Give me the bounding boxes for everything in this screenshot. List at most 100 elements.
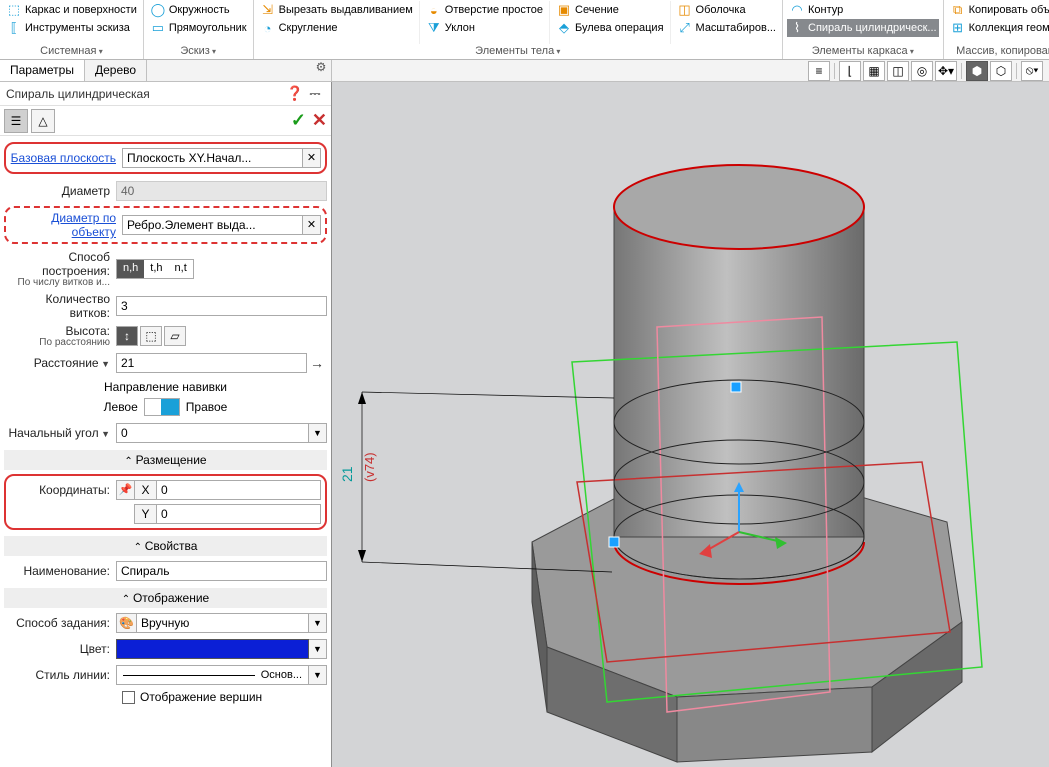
diameter-input [116, 181, 327, 201]
view-toolbar: ≡ ⌊ ▦ ◫ ◎ ✥▾ ⬢ ⬡ ⦸▾ [332, 60, 1049, 81]
ribbon-item-shell[interactable]: ◫ Оболочка [675, 1, 778, 19]
ribbon-label: Каркас и поверхности [25, 4, 137, 16]
copy-icon: ⧉ [950, 2, 966, 18]
view-shade-icon[interactable]: ⬢ [966, 61, 988, 81]
distance-input[interactable] [116, 353, 307, 373]
ribbon-item-section[interactable]: ▣ Сечение [554, 1, 666, 19]
cut-extrude-icon: ⇲ [260, 2, 276, 18]
height-mode-obj-icon[interactable]: ⬚ [140, 326, 162, 346]
height-mode-flat-icon[interactable]: ▱ [164, 326, 186, 346]
start-angle-dd-icon[interactable]: ▼ [309, 423, 327, 443]
color-swatch[interactable] [116, 639, 309, 659]
ribbon-item-simple-hole[interactable]: ◒ Отверстие простое [424, 1, 545, 19]
start-angle-input[interactable] [116, 423, 309, 443]
ribbon-item-contour[interactable]: ◠ Контур [787, 1, 939, 19]
height-label: Высота: По расстоянию [4, 324, 116, 348]
ribbon-item-circle[interactable]: ◯ Окружность [148, 1, 249, 19]
x-input[interactable] [156, 480, 321, 500]
dimension-hint-text: (v74) [362, 452, 377, 482]
ribbon-item-cut-extrude[interactable]: ⇲ Вырезать выдавливанием [258, 1, 415, 19]
circle-icon: ◯ [150, 2, 166, 18]
spiral-type-cyl-icon[interactable]: ☰ [4, 109, 28, 133]
clear-diam-obj-icon[interactable]: ✕ [303, 215, 321, 235]
ribbon-label: Масштабиров... [696, 22, 776, 34]
view-snap-icon[interactable]: ✥▾ [935, 61, 957, 81]
ribbon-item-sketch-tools[interactable]: ⟦ Инструменты эскиза [4, 19, 139, 37]
sketch-tools-icon: ⟦ [6, 20, 22, 36]
ribbon-item-boolean[interactable]: ⬘ Булева операция [554, 19, 666, 37]
tab-tree[interactable]: Дерево [85, 60, 147, 81]
base-plane-label[interactable]: Базовая плоскость [10, 151, 122, 165]
y-input[interactable] [156, 504, 321, 524]
view-ucs-icon[interactable]: ⌊ [839, 61, 861, 81]
ribbon-item-helical-spiral[interactable]: ⌇ Спираль цилиндрическ... [787, 19, 939, 37]
viewport-3d[interactable]: 21 (v74) [332, 82, 1049, 767]
turns-input[interactable] [116, 296, 327, 316]
distance-label[interactable]: Расстояние [4, 356, 116, 370]
diam-by-object-input[interactable] [122, 215, 303, 235]
diam-by-object-label[interactable]: Диаметр по объекту [10, 211, 122, 239]
main: Спираль цилиндрическая ❓ ⎓ ☰ △ ✓ ✕ Базов… [0, 82, 1049, 767]
disp-method-dd-icon[interactable]: ▼ [309, 613, 327, 633]
start-angle-label[interactable]: Начальный угол [4, 426, 116, 440]
ribbon-item-geometry-collection[interactable]: ⊞ Коллекция геометрии [948, 19, 1049, 37]
ribbon-group-array: ⧉ Копировать объекты ⊞ Коллекция геометр… [944, 0, 1049, 59]
line-style-field[interactable]: Основ... [116, 665, 309, 685]
view-wire-icon[interactable]: ⬡ [990, 61, 1012, 81]
ribbon-label: Копировать объекты [969, 4, 1049, 16]
disp-method-input[interactable] [136, 613, 309, 633]
winding-toggle[interactable]: Левое Правое [104, 398, 228, 416]
gear-icon[interactable]: ⚙ [311, 60, 331, 81]
tweaks-icon[interactable]: ⎓ [305, 85, 325, 102]
section-placement[interactable]: Размещение [4, 450, 327, 470]
height-mode-dist-icon[interactable]: ↕ [116, 326, 138, 346]
clear-base-plane-icon[interactable]: ✕ [303, 148, 321, 168]
ribbon-group-frame: ◠ Контур ⌇ Спираль цилиндрическ... Элеме… [783, 0, 944, 59]
fillet-icon: ◔ [260, 20, 276, 36]
show-vertices-checkbox[interactable] [122, 691, 135, 704]
ribbon-label: Отверстие простое [445, 4, 543, 16]
ribbon-group-title: Массив, копирование [948, 44, 1049, 58]
winding-switch[interactable] [144, 398, 180, 416]
cancel-button[interactable]: ✕ [312, 110, 327, 131]
line-style-label: Стиль линии: [4, 668, 116, 682]
ribbon-item-rectangle[interactable]: ▭ Прямоугольник [148, 19, 249, 37]
view-ortho-icon[interactable]: ≡ [808, 61, 830, 81]
pin-coords-icon[interactable]: 📌 [116, 480, 134, 500]
scale-icon: ⤢ [677, 20, 693, 36]
parameters-panel: Спираль цилиндрическая ❓ ⎓ ☰ △ ✓ ✕ Базов… [0, 82, 332, 767]
view-plane-icon[interactable]: ◫ [887, 61, 909, 81]
ribbon-group-title: Элементы тела [258, 44, 778, 58]
ribbon-label: Скругление [279, 22, 338, 34]
help-icon[interactable]: ❓ [285, 85, 305, 102]
distance-arrow-icon[interactable]: → [307, 355, 327, 371]
disp-method-icon: 🎨 [116, 613, 136, 633]
line-style-dd-icon[interactable]: ▼ [309, 665, 327, 685]
view-hide-icon[interactable]: ⦸▾ [1021, 61, 1043, 81]
ribbon-item-copy-objects[interactable]: ⧉ Копировать объекты [948, 1, 1049, 19]
ribbon-item-scale[interactable]: ⤢ Масштабиров... [675, 19, 778, 37]
rectangle-icon: ▭ [150, 20, 166, 36]
x-prefix: X [134, 480, 156, 500]
name-input[interactable] [116, 561, 327, 581]
view-target-icon[interactable]: ◎ [911, 61, 933, 81]
height-mode-toggle[interactable]: ↕ ⬚ ▱ [116, 326, 186, 346]
ribbon-item-draft[interactable]: ⧩ Уклон [424, 19, 545, 37]
spiral-type-con-icon[interactable]: △ [31, 109, 55, 133]
apply-button[interactable]: ✓ [291, 110, 306, 131]
panel-title: Спираль цилиндрическая [6, 87, 285, 101]
tab-parameters[interactable]: Параметры [0, 60, 85, 81]
ribbon-item-surfaces[interactable]: ⬚ Каркас и поверхности [4, 1, 139, 19]
name-label: Наименование: [4, 564, 116, 578]
base-plane-input[interactable] [122, 148, 303, 168]
section-properties[interactable]: Свойства [4, 536, 327, 556]
ribbon-label: Спираль цилиндрическ... [808, 22, 937, 34]
ribbon-group-title: Элементы каркаса [787, 44, 939, 58]
build-mode-toggle[interactable]: n,h t,h n,t [116, 259, 194, 279]
view-grid-icon[interactable]: ▦ [863, 61, 885, 81]
ribbon-item-fillet[interactable]: ◔ Скругление [258, 19, 415, 37]
boolean-icon: ⬘ [556, 20, 572, 36]
turns-label: Количество витков: [4, 292, 116, 320]
section-display[interactable]: Отображение [4, 588, 327, 608]
color-dd-icon[interactable]: ▼ [309, 639, 327, 659]
